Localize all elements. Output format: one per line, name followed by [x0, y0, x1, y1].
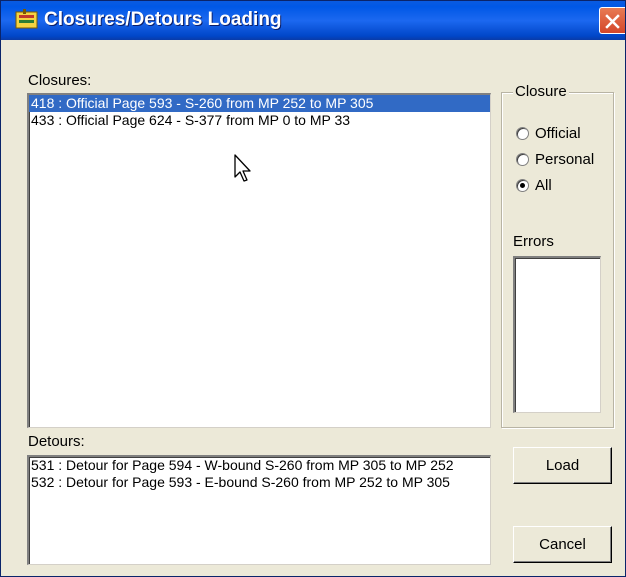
closures-list-item[interactable]: 433 : Official Page 624 - S-377 from MP … — [29, 112, 490, 129]
detours-list-item[interactable]: 532 : Detour for Page 593 - E-bound S-26… — [29, 474, 490, 491]
closure-groupbox: Closure Official Personal All Errors — [501, 83, 614, 428]
errors-label: Errors — [513, 233, 554, 250]
close-icon — [605, 14, 620, 29]
closures-listbox[interactable]: 418 : Official Page 593 - S-260 from MP … — [27, 93, 491, 428]
detours-list-item[interactable]: 531 : Detour for Page 594 - W-bound S-26… — [29, 457, 490, 474]
closure-app-icon — [15, 9, 39, 31]
detours-listbox[interactable]: 531 : Detour for Page 594 - W-bound S-26… — [27, 455, 491, 565]
closures-detours-dialog: Closures/Detours Loading Closures: 418 :… — [0, 0, 626, 577]
close-button[interactable] — [599, 7, 625, 34]
radio-personal-label: Personal — [535, 151, 595, 168]
closure-group-title: Closure — [513, 83, 569, 100]
closures-list-item[interactable]: 418 : Official Page 593 - S-260 from MP … — [29, 95, 490, 112]
title-bar[interactable]: Closures/Detours Loading — [1, 1, 625, 40]
radio-official-label: Official — [535, 125, 581, 142]
mouse-cursor-icon — [233, 153, 255, 188]
radio-all-button[interactable] — [516, 179, 529, 192]
closures-label: Closures: — [28, 72, 92, 89]
window-title: Closures/Detours Loading — [44, 9, 282, 30]
cancel-button[interactable]: Cancel — [513, 526, 612, 563]
load-button[interactable]: Load — [513, 447, 612, 484]
errors-listbox[interactable] — [513, 256, 601, 413]
radio-personal-button[interactable] — [516, 153, 529, 166]
radio-all-label: All — [535, 177, 552, 194]
radio-official-button[interactable] — [516, 127, 529, 140]
detours-label: Detours: — [28, 433, 85, 450]
